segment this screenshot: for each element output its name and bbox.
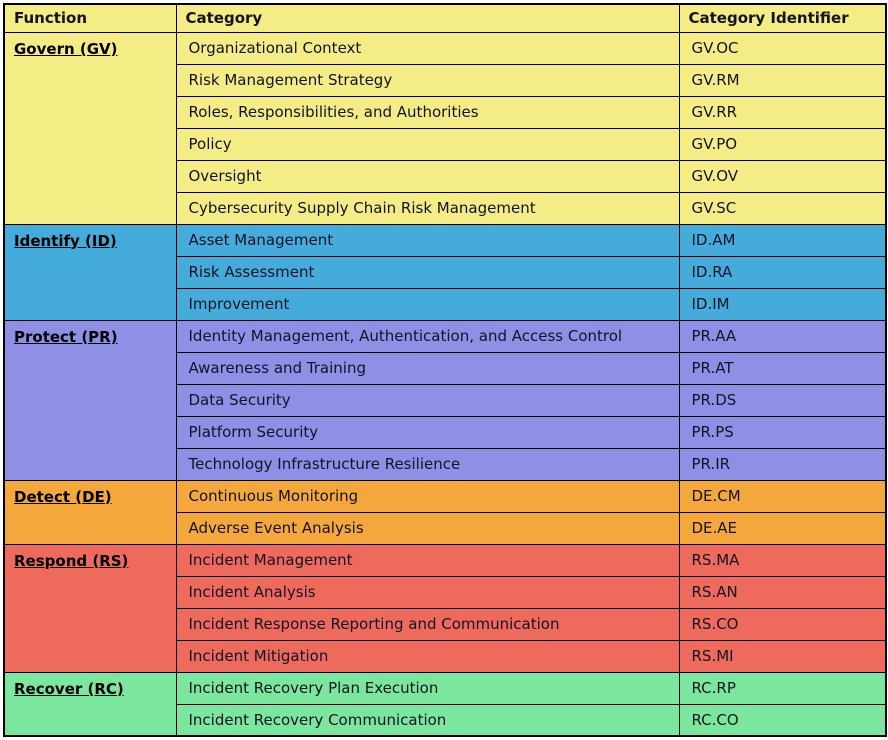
function-label: Protect (PR) (14, 328, 118, 346)
category-identifier-cell: PR.PS (679, 416, 886, 448)
category-cell: Adverse Event Analysis (176, 512, 679, 544)
category-cell: Asset Management (176, 224, 679, 256)
function-label: Identify (ID) (14, 232, 117, 250)
function-cell: Recover (RC) (4, 672, 176, 736)
category-identifier-cell: GV.OV (679, 160, 886, 192)
function-cell: Respond (RS) (4, 544, 176, 672)
category-identifier-cell: RS.MI (679, 640, 886, 672)
function-cell: Identify (ID) (4, 224, 176, 320)
category-identifier-cell: DE.CM (679, 480, 886, 512)
column-header-category: Category (176, 4, 679, 32)
category-cell: Incident Response Reporting and Communic… (176, 608, 679, 640)
category-identifier-cell: GV.PO (679, 128, 886, 160)
category-identifier-cell: RS.CO (679, 608, 886, 640)
category-cell: Oversight (176, 160, 679, 192)
category-cell: Organizational Context (176, 32, 679, 64)
category-identifier-cell: ID.RA (679, 256, 886, 288)
function-cell: Protect (PR) (4, 320, 176, 480)
category-identifier-cell: DE.AE (679, 512, 886, 544)
table-header: Function Category Category Identifier (4, 4, 886, 32)
category-cell: Incident Management (176, 544, 679, 576)
category-cell: Policy (176, 128, 679, 160)
category-cell: Technology Infrastructure Resilience (176, 448, 679, 480)
category-identifier-cell: PR.AA (679, 320, 886, 352)
column-header-function: Function (4, 4, 176, 32)
table-row: Identify (ID) Asset ManagementID.AM (4, 224, 886, 256)
table-row: Protect (PR) Identity Management, Authent… (4, 320, 886, 352)
category-cell: Awareness and Training (176, 352, 679, 384)
category-cell: Risk Assessment (176, 256, 679, 288)
category-cell: Continuous Monitoring (176, 480, 679, 512)
category-cell: Incident Recovery Plan Execution (176, 672, 679, 704)
function-cell: Detect (DE) (4, 480, 176, 544)
category-identifier-cell: RC.CO (679, 704, 886, 736)
category-cell: Incident Recovery Communication (176, 704, 679, 736)
function-label: Recover (RC) (14, 680, 124, 698)
table-row: Govern (GV) Organizational ContextGV.OC (4, 32, 886, 64)
table-body: Govern (GV)Organizational ContextGV.OCRi… (4, 32, 886, 736)
category-identifier-cell: RS.AN (679, 576, 886, 608)
category-identifier-cell: GV.SC (679, 192, 886, 224)
category-identifier-cell: RS.MA (679, 544, 886, 576)
category-identifier-cell: GV.RR (679, 96, 886, 128)
category-cell: Roles, Responsibilities, and Authorities (176, 96, 679, 128)
category-cell: Risk Management Strategy (176, 64, 679, 96)
category-identifier-cell: PR.AT (679, 352, 886, 384)
category-identifier-cell: GV.OC (679, 32, 886, 64)
category-cell: Cybersecurity Supply Chain Risk Manageme… (176, 192, 679, 224)
function-cell: Govern (GV) (4, 32, 176, 224)
category-cell: Incident Analysis (176, 576, 679, 608)
category-identifier-cell: RC.RP (679, 672, 886, 704)
function-label: Respond (RS) (14, 552, 128, 570)
category-identifier-cell: PR.DS (679, 384, 886, 416)
category-cell: Incident Mitigation (176, 640, 679, 672)
category-identifier-cell: ID.IM (679, 288, 886, 320)
category-cell: Platform Security (176, 416, 679, 448)
column-header-category-identifier: Category Identifier (679, 4, 886, 32)
table-row: Respond (RS) Incident ManagementRS.MA (4, 544, 886, 576)
category-cell: Improvement (176, 288, 679, 320)
category-identifier-cell: PR.IR (679, 448, 886, 480)
category-cell: Identity Management, Authentication, and… (176, 320, 679, 352)
category-cell: Data Security (176, 384, 679, 416)
category-identifier-cell: GV.RM (679, 64, 886, 96)
table-row: Recover (RC) Incident Recovery Plan Execu… (4, 672, 886, 704)
table-row: Detect (DE) Continuous MonitoringDE.CM (4, 480, 886, 512)
function-label: Govern (GV) (14, 40, 118, 58)
nist-csf-functions-table: Function Category Category Identifier Go… (3, 3, 887, 737)
page: Function Category Category Identifier Go… (0, 0, 888, 740)
category-identifier-cell: ID.AM (679, 224, 886, 256)
function-label: Detect (DE) (14, 488, 112, 506)
header-row: Function Category Category Identifier (4, 4, 886, 32)
